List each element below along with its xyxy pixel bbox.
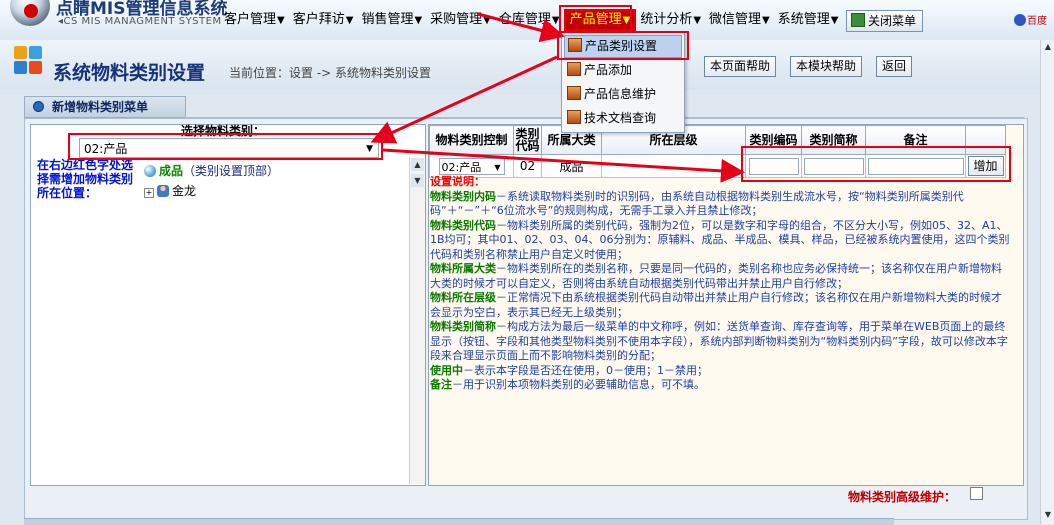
close-menu-icon (851, 13, 865, 27)
control-select[interactable]: 02:产品 ▼ (438, 157, 505, 175)
chevron-down-icon: ▼ (622, 15, 631, 26)
product-management-dropdown: 产品类别设置 产品添加 产品信息维护 技术文档查询 (561, 31, 685, 133)
dropdown-item-category-settings[interactable]: 产品类别设置 (564, 35, 682, 58)
menu-purchase-management[interactable]: 采购管理▼ (426, 9, 495, 31)
tree-root-node[interactable]: 成品（类别设置顶部） (144, 162, 279, 179)
position-hint: 在右边红色字处选择需增加物料类别所在位置： (37, 158, 134, 200)
tree-child-node[interactable]: + 金龙 (144, 182, 196, 199)
settings-grid-icon (14, 46, 44, 76)
back-button[interactable]: 返回 (876, 56, 913, 77)
menu-product-management[interactable]: 产品管理▼ (563, 9, 637, 31)
chevron-down-icon: ▼ (345, 15, 354, 26)
tree-scrollbar[interactable]: ▲ ▼ (409, 158, 425, 484)
chevron-down-icon: ▼ (762, 15, 770, 26)
advanced-maintenance-checkbox[interactable] (970, 487, 983, 500)
chevron-down-icon: ▼ (693, 15, 702, 26)
settings-description: 设置说明： 物料类别内码－系统读取物料类别时的识别码，由系统自动根据物料类别生成… (430, 175, 1010, 393)
menu-system-management[interactable]: 系统管理▼ (774, 9, 843, 31)
users-icon (157, 185, 169, 197)
menu-statistics[interactable]: 统计分析▼ (636, 9, 705, 31)
chevron-down-icon: ▼ (830, 15, 839, 26)
breadcrumb: 当前位置：设置 -> 系统物料类别设置 (229, 66, 432, 80)
chevron-down-icon: ▼ (277, 15, 285, 26)
window-icon (567, 62, 581, 76)
expand-icon[interactable]: + (144, 188, 154, 198)
main-menu: 客户管理▼ 客户拜访▼ 销售管理▼ 采购管理▼ 仓库管理▼ 产品管理▼ 统计分析… (220, 8, 842, 32)
scroll-down-icon[interactable]: ▼ (1042, 510, 1054, 522)
logo-icon (10, 0, 50, 26)
panel-tab: 新增物料类别菜单 (24, 96, 186, 118)
chevron-down-icon: ▼ (366, 144, 373, 154)
page-title: 系统物料类别设置 (53, 62, 206, 84)
menu-customer-management[interactable]: 客户管理▼ (220, 9, 289, 31)
description-item: 物料所属大类－物料类别所在的类别名称，只要是同一代码的，类别名称也应务必保持统一… (430, 262, 1002, 290)
table-header-row: 物料类别控制 类别代码 所属大类 所在层级 类别编码 类别简称 备注 (429, 125, 1006, 155)
description-item: 物料类别代码－物料类别所属的类别代码，强制为2位，可以是数字和字母的组合，不区分… (430, 218, 1010, 261)
dropdown-item-tech-docs[interactable]: 技术文档查询 (564, 108, 682, 129)
top-bar: 点睛MIS管理信息系统 ◂CS MIS MANAGMENT SYSTEM 客户管… (0, 0, 1054, 41)
bullet-icon (33, 101, 44, 112)
col-header-control: 物料类别控制 (429, 125, 514, 155)
paw-icon (1014, 14, 1026, 26)
chevron-down-icon: ▼ (494, 162, 501, 172)
close-menu-button[interactable]: 关闭菜单 (846, 10, 924, 32)
col-header-action (965, 125, 1006, 155)
window-icon (567, 110, 581, 124)
category-number-input[interactable] (748, 157, 799, 175)
window-icon (568, 38, 582, 52)
description-item: 使用中－表示本字段是否还在使用，0－使用；1－禁用； (430, 363, 708, 377)
category-table: 物料类别控制 类别代码 所属大类 所在层级 类别编码 类别简称 备注 02:产品… (429, 125, 1006, 178)
add-button[interactable]: 增加 (967, 156, 1004, 176)
description-item: 物料类别内码－系统读取物料类别时的识别码，由系统自动根据物料类别生成流水号，按“… (430, 189, 964, 218)
menu-customer-visit[interactable]: 客户拜访▼ (289, 9, 358, 31)
globe-icon (144, 165, 156, 177)
page-help-button[interactable]: 本页面帮助 (704, 56, 777, 77)
chevron-down-icon: ▼ (551, 15, 560, 26)
window-icon (567, 86, 581, 100)
col-header-remark: 备注 (865, 125, 966, 155)
baidu-link[interactable]: 百度 (1014, 12, 1047, 27)
menu-sales-management[interactable]: 销售管理▼ (357, 9, 426, 31)
module-help-button[interactable]: 本模块帮助 (790, 56, 863, 77)
menu-warehouse-management[interactable]: 仓库管理▼ (495, 9, 564, 31)
app-subtitle: ◂CS MIS MANAGMENT SYSTEM (58, 16, 222, 27)
description-heading: 设置说明： (430, 175, 485, 188)
scroll-up-icon[interactable]: ▲ (1042, 42, 1054, 54)
category-shortname-input[interactable] (803, 157, 864, 175)
dropdown-item-product-info[interactable]: 产品信息维护 (564, 84, 682, 105)
remark-input[interactable] (867, 157, 964, 175)
col-header-code: 类别代码 (513, 125, 542, 155)
chevron-down-icon: ▼ (414, 15, 423, 26)
description-item: 备注－用于识别本项物料类别的必要辅助信息，可不填。 (430, 378, 705, 391)
advanced-maintenance-label: 物料类别高级维护： (848, 490, 957, 504)
scroll-down-icon[interactable]: ▼ (411, 174, 424, 187)
select-category-label: 选择物料类别： (181, 124, 266, 138)
menu-wechat-management[interactable]: 微信管理▼ (705, 9, 774, 31)
category-select[interactable]: 02:产品 ▼ (79, 138, 379, 158)
description-item: 物料类别简称－构成方法为最后一级菜单的中文称呼，例如：送货单查询、库存查询等，用… (430, 320, 1008, 362)
dropdown-item-product-add[interactable]: 产品添加 (564, 60, 682, 81)
page-scrollbar[interactable]: ▲ ▼ (1040, 40, 1054, 524)
col-header-shortname: 类别简称 (801, 125, 866, 155)
chevron-down-icon: ▼ (483, 15, 491, 26)
col-header-number: 类别编码 (745, 125, 802, 155)
description-item: 物料所在层级－正常情况下由系统根据类别代码自动带出并禁止用户自行修改；该名称仅在… (430, 291, 1002, 319)
category-tree-panel: 选择物料类别： 02:产品 ▼ 在右边红色字处选择需增加物料类别所在位置： 成品（… (30, 124, 426, 486)
scroll-up-icon[interactable]: ▲ (411, 158, 424, 171)
